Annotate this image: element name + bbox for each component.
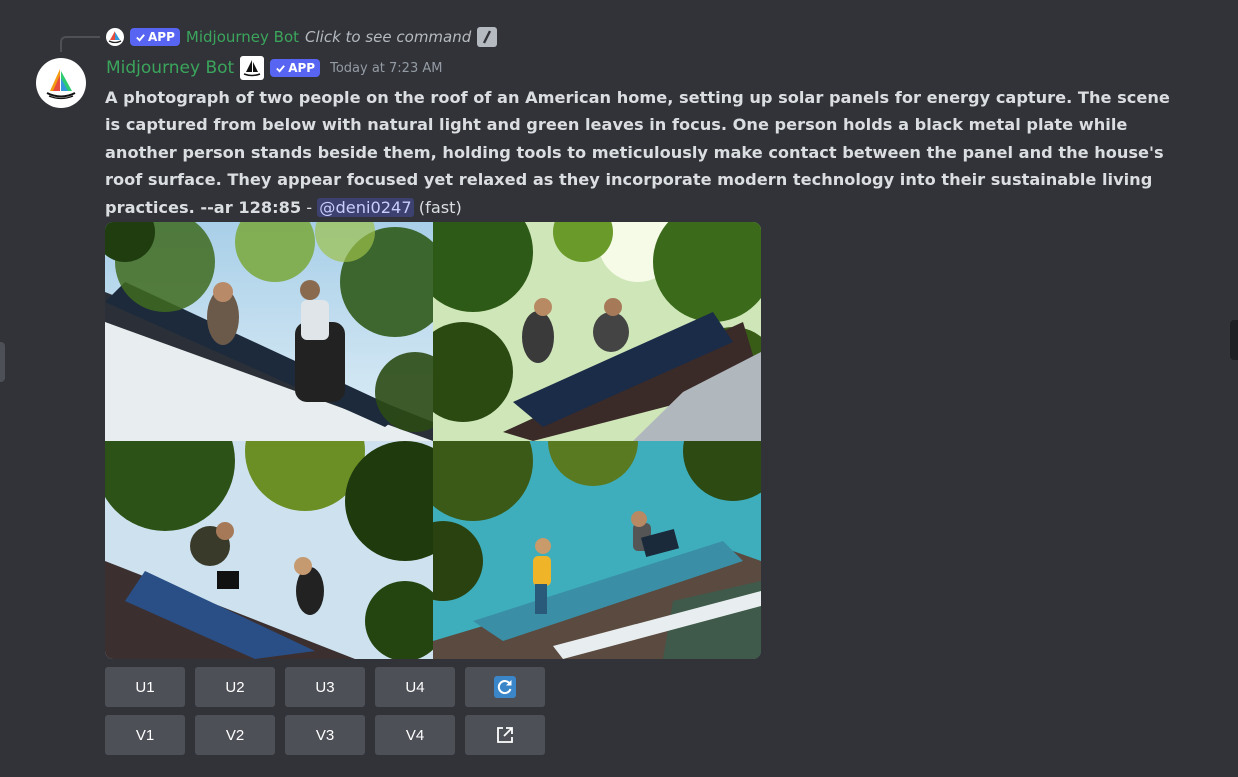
upscale-button-2[interactable]: U2 — [195, 667, 275, 707]
upscale-button-row: U1 U2 U3 U4 — [105, 667, 545, 707]
author-name[interactable]: Midjourney Bot — [106, 58, 234, 78]
grid-image-3[interactable] — [105, 441, 433, 659]
web-link-button[interactable] — [465, 715, 545, 755]
discord-message-view: APP Midjourney Bot Click to see command … — [0, 0, 1238, 777]
variation-button-2[interactable]: V2 — [195, 715, 275, 755]
variation-button-4[interactable]: V4 — [375, 715, 455, 755]
scrollbar-thumb[interactable] — [1230, 320, 1238, 360]
sailboat-icon — [240, 56, 265, 80]
grid-image-4[interactable] — [433, 441, 761, 659]
scroll-handle-left[interactable] — [0, 342, 5, 382]
variation-button-row: V1 V2 V3 V4 — [105, 715, 545, 755]
variation-button-3[interactable]: V3 — [285, 715, 365, 755]
reroll-button[interactable] — [465, 667, 545, 707]
check-icon — [276, 64, 286, 73]
bot-avatar[interactable] — [36, 58, 86, 108]
image-grid[interactable] — [105, 222, 761, 659]
separator: - — [301, 197, 318, 217]
bot-avatar-small[interactable] — [106, 28, 124, 46]
reply-spine — [60, 36, 100, 52]
external-link-icon — [497, 727, 513, 743]
reply-bar[interactable]: APP Midjourney Bot Click to see command — [106, 26, 498, 48]
prompt-text: A photograph of two people on the roof o… — [105, 88, 1170, 217]
message-content: A photograph of two people on the roof o… — [105, 84, 1185, 221]
speed-label: (fast) — [413, 197, 462, 217]
refresh-icon — [494, 676, 516, 698]
variation-button-1[interactable]: V1 — [105, 715, 185, 755]
app-badge: APP — [130, 28, 180, 46]
check-icon — [136, 33, 145, 42]
upscale-button-4[interactable]: U4 — [375, 667, 455, 707]
message-header: Midjourney Bot APP Today at 7:23 AM — [106, 56, 442, 80]
grid-image-2[interactable] — [433, 222, 761, 441]
reply-bot-name[interactable]: Midjourney Bot — [186, 28, 299, 46]
user-mention[interactable]: @deni0247 — [317, 197, 414, 217]
command-hint[interactable]: Click to see command — [305, 28, 471, 46]
slash-command-icon[interactable] — [477, 27, 498, 47]
timestamp[interactable]: Today at 7:23 AM — [330, 61, 442, 76]
upscale-button-1[interactable]: U1 — [105, 667, 185, 707]
app-badge: APP — [270, 59, 321, 77]
grid-image-1[interactable] — [105, 222, 433, 441]
upscale-button-3[interactable]: U3 — [285, 667, 365, 707]
